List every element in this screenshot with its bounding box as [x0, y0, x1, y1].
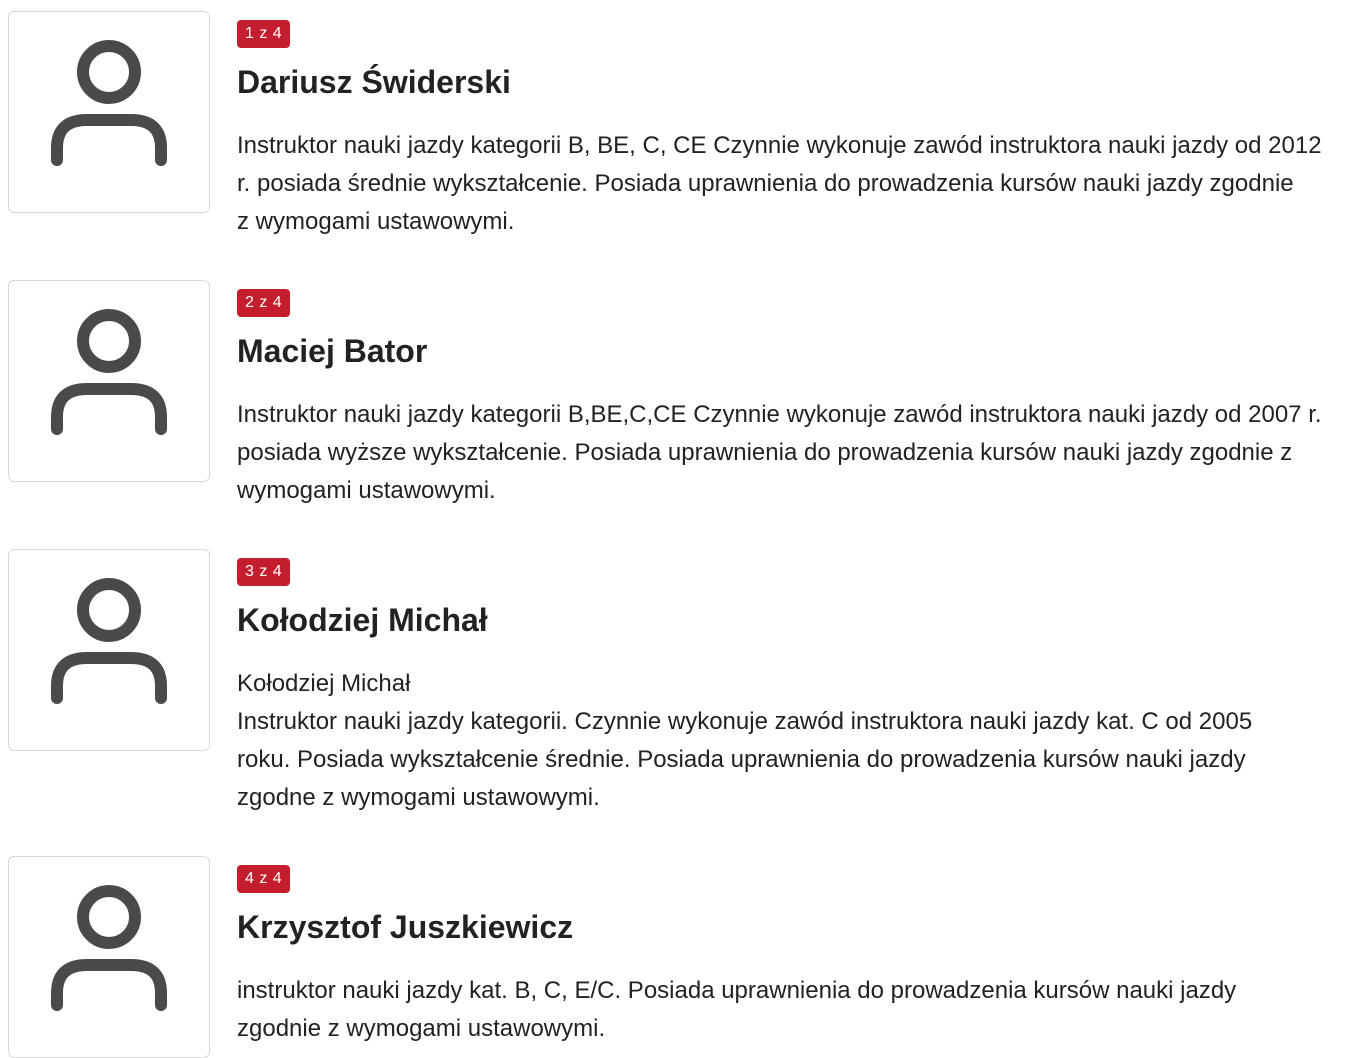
description-line: roku. Posiada wykształcenie średnie. Pos… — [237, 746, 1246, 773]
avatar — [8, 280, 210, 482]
description-line: instruktor nauki jazdy kat. B, C, E/C. P… — [237, 977, 1237, 1004]
instructor-name: Krzysztof Juszkiewicz — [237, 909, 574, 945]
user-icon — [51, 309, 167, 435]
description-line: Kołodziej Michał — [237, 670, 411, 697]
description-line: posiada wyższe wykształcenie. Posiada up… — [237, 439, 1293, 466]
instructor-name: Dariusz Świderski — [237, 64, 511, 100]
counter-badge: 4 z 4 — [237, 865, 291, 893]
description-line: zgodne z wymogami ustawowymi. — [237, 784, 600, 811]
instructor-description: Instruktor nauki jazdy kategorii B,BE,C,… — [237, 396, 1367, 510]
description-line: Instruktor nauki jazdy kategorii B,BE,C,… — [237, 401, 1322, 428]
counter-badge: 2 z 4 — [237, 289, 291, 317]
counter-badge: 3 z 4 — [237, 558, 291, 586]
instructor-description: Kołodziej Michał Instruktor nauki jazdy … — [237, 665, 1367, 817]
counter-badge: 1 z 4 — [237, 20, 291, 48]
description-line: Instruktor nauki jazdy kategorii B, BE, … — [237, 132, 1322, 159]
user-icon — [51, 885, 167, 1011]
instructor-description: Instruktor nauki jazdy kategorii B, BE, … — [237, 127, 1367, 241]
avatar — [8, 549, 210, 751]
instructor-name: Maciej Bator — [237, 333, 428, 369]
avatar — [8, 11, 210, 213]
description-line: zgodnie z wymogami ustawowymi. — [237, 1015, 606, 1042]
description-line: r. posiada średnie wykształcenie. Posiad… — [237, 170, 1294, 197]
description-line: z wymogami ustawowymi. — [237, 208, 515, 235]
user-icon — [51, 40, 167, 166]
instructor-name: Kołodziej Michał — [237, 602, 488, 638]
instructor-description: instruktor nauki jazdy kat. B, C, E/C. P… — [237, 972, 1367, 1048]
description-line: Instruktor nauki jazdy kategorii. Czynni… — [237, 708, 1253, 735]
description-line: wymogami ustawowymi. — [237, 477, 496, 504]
avatar — [8, 856, 210, 1058]
user-icon — [51, 578, 167, 704]
